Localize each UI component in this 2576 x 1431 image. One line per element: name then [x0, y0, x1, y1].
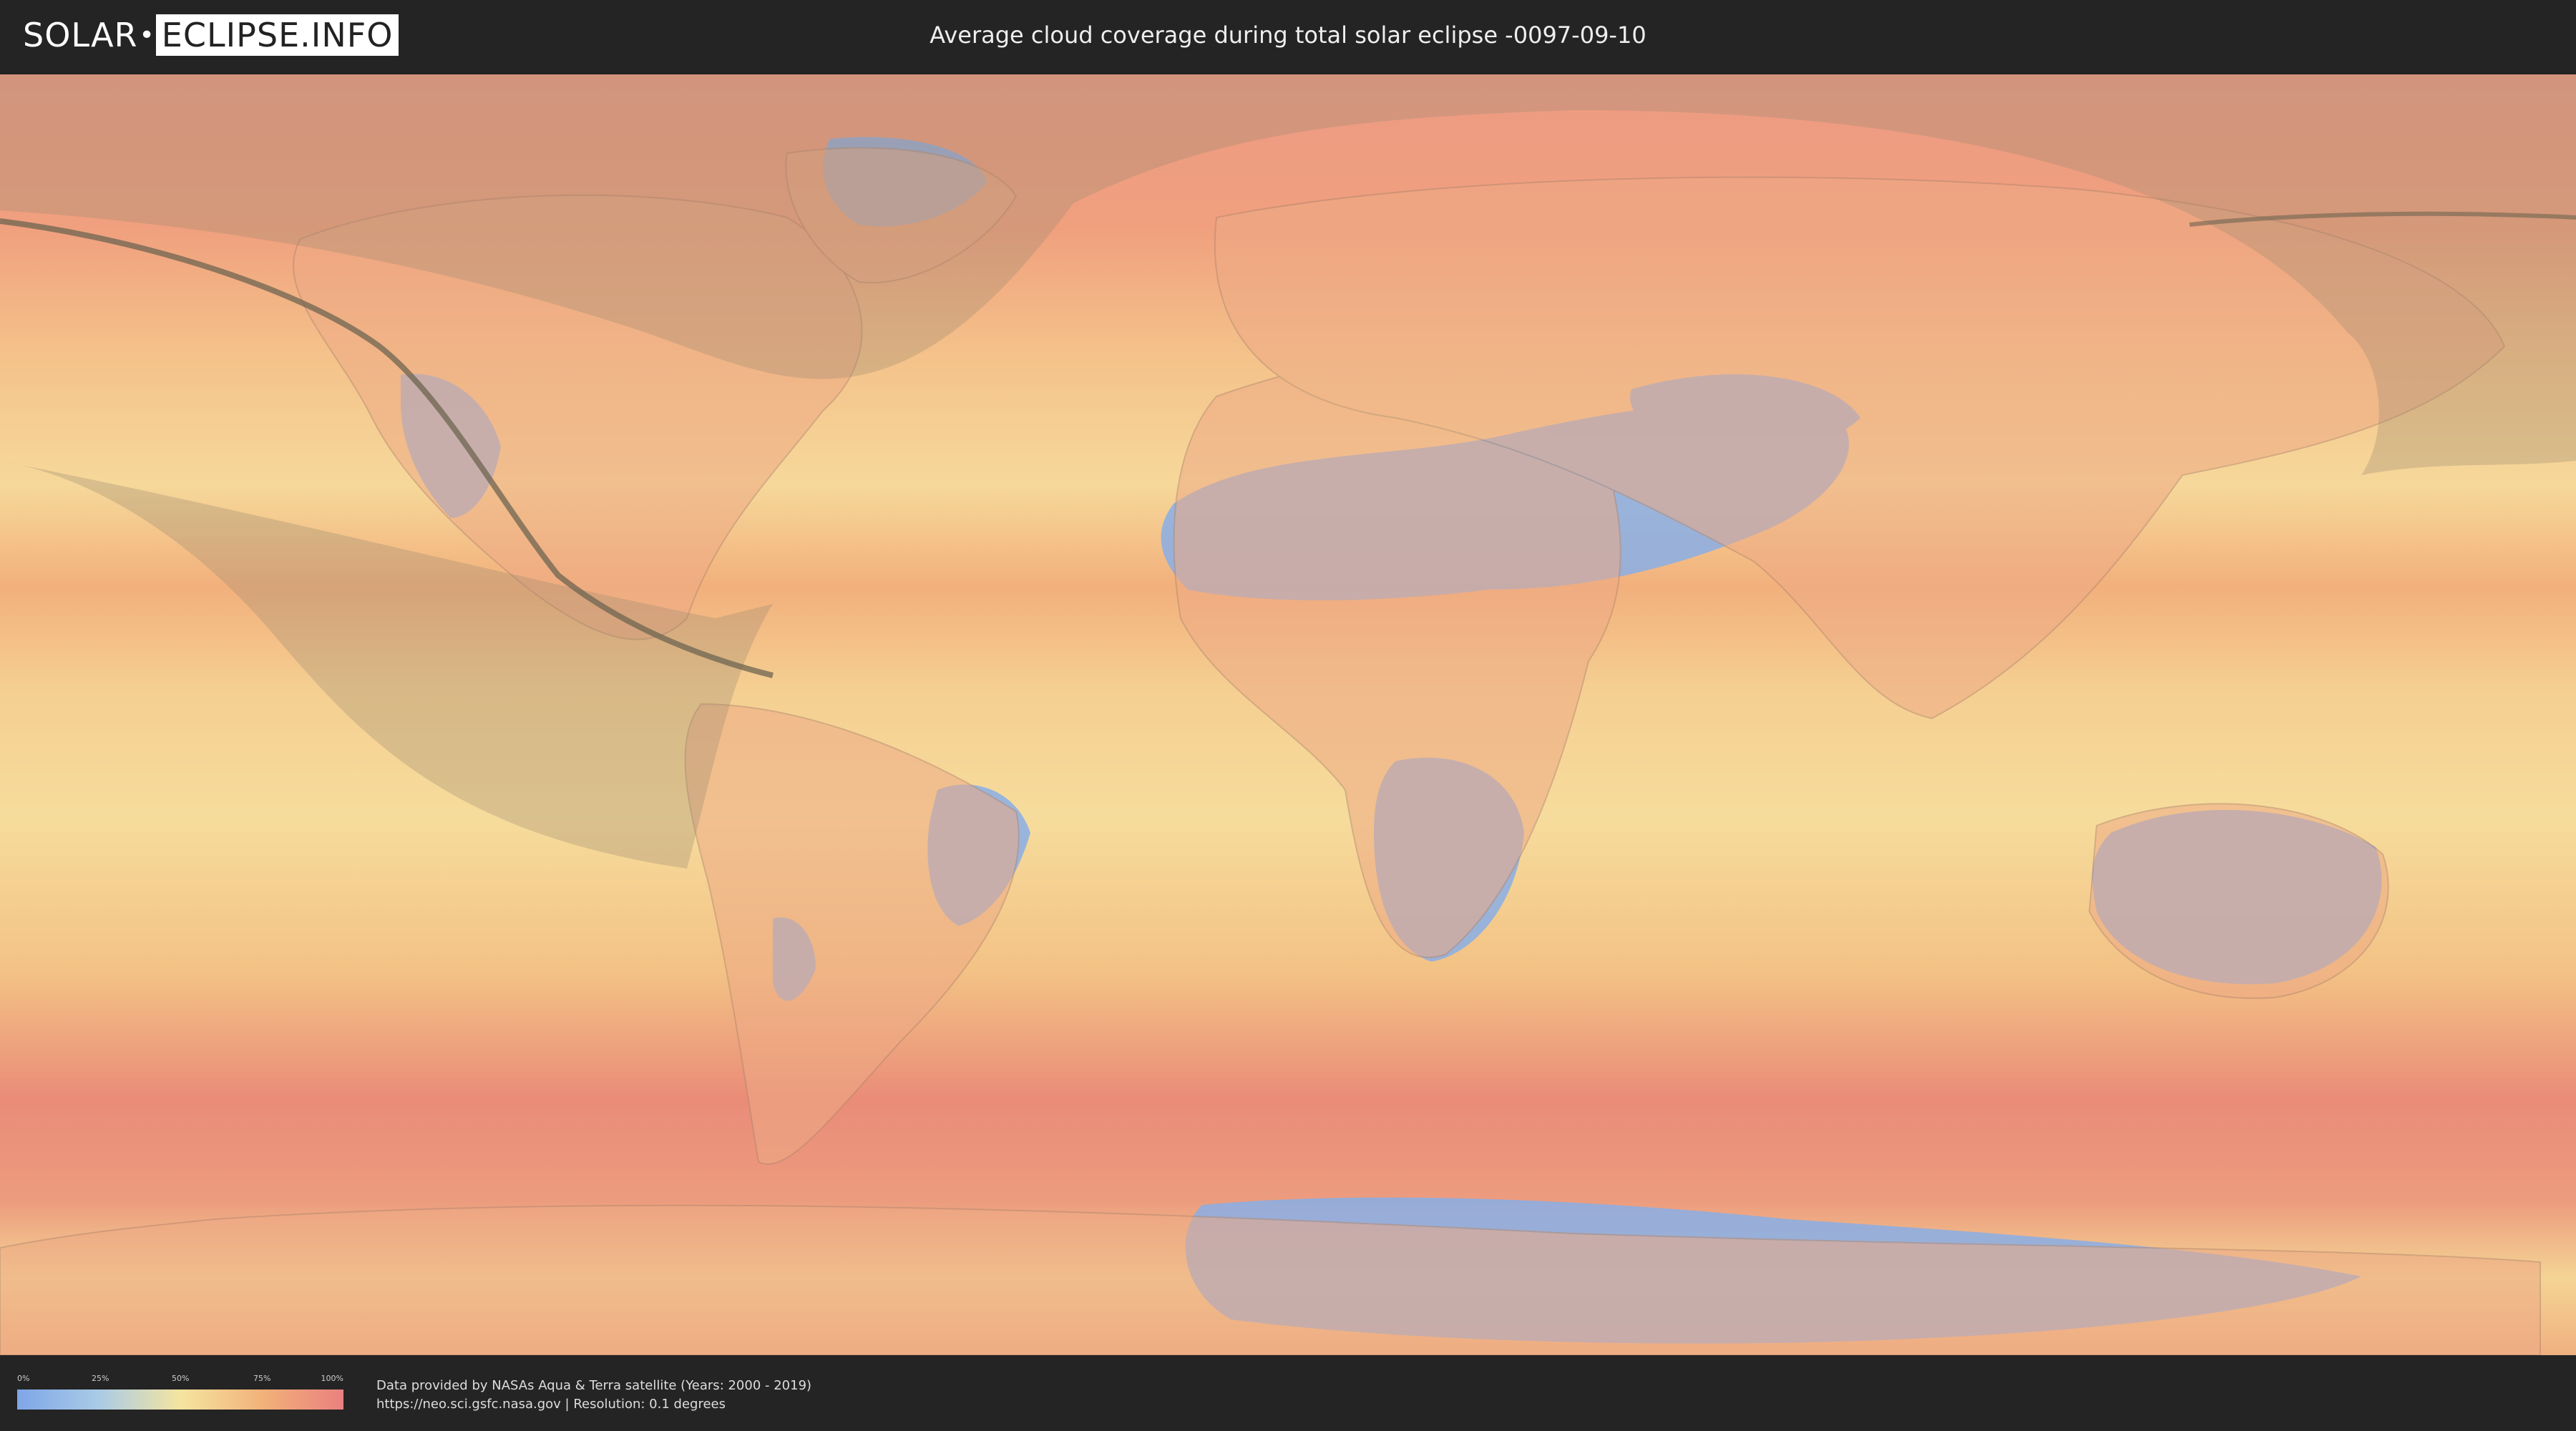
legend-tick-100: 100%: [321, 1374, 343, 1383]
credits-link[interactable]: https://neo.sci.gsfc.nasa.gov | Resoluti…: [376, 1395, 811, 1414]
cloud-coverage-map[interactable]: [0, 74, 2576, 1355]
legend-tick-50: 50%: [172, 1374, 190, 1383]
legend-tick-75: 75%: [253, 1374, 271, 1383]
legend-tick-25: 25%: [92, 1374, 109, 1383]
legend-ticks: 0% 25% 50% 75% 100%: [17, 1374, 343, 1384]
page-title: Average cloud coverage during total sola…: [930, 21, 1646, 49]
cloud-coverage-legend: 0% 25% 50% 75% 100%: [17, 1374, 343, 1414]
legend-color-bar: [17, 1390, 343, 1410]
credits-source: Data provided by NASAs Aqua & Terra sate…: [376, 1378, 812, 1393]
top-bar: SOLAR • ECLIPSE.INFO Average cloud cover…: [0, 0, 2576, 72]
data-credits: Data provided by NASAs Aqua & Terra sate…: [376, 1377, 811, 1414]
legend-tick-0: 0%: [17, 1374, 30, 1383]
